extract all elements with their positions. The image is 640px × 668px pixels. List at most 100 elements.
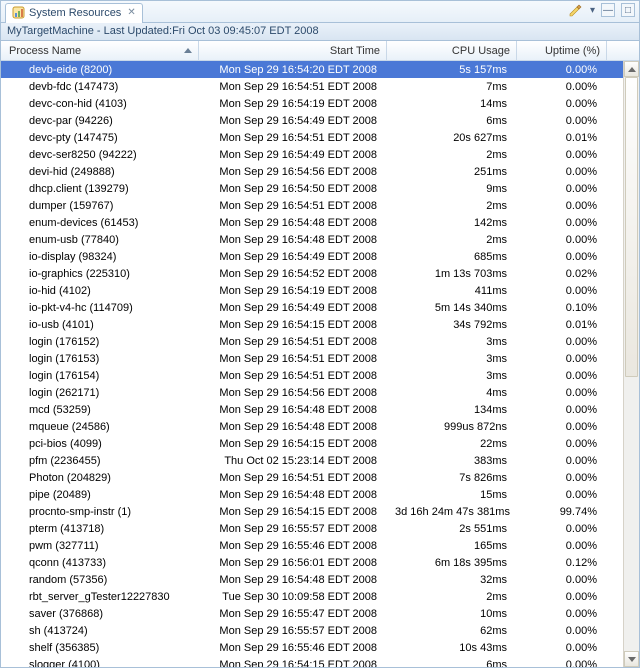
table-row[interactable]: shelf (356385)Mon Sep 29 16:55:46 EDT 20…	[1, 639, 639, 656]
table-row[interactable]: io-display (98324)Mon Sep 29 16:54:49 ED…	[1, 248, 639, 265]
cell-start-time: Mon Sep 29 16:55:46 EDT 2008	[199, 642, 387, 654]
table-row[interactable]: devc-pty (147475)Mon Sep 29 16:54:51 EDT…	[1, 129, 639, 146]
edit-icon[interactable]	[568, 3, 584, 17]
cell-cpu-usage: 134ms	[387, 404, 517, 416]
maximize-button[interactable]: □	[621, 3, 635, 17]
cell-cpu-usage: 2s 551ms	[387, 523, 517, 535]
scroll-up-button[interactable]	[624, 61, 639, 77]
scroll-down-button[interactable]	[624, 651, 639, 667]
col-header-cpu-usage[interactable]: CPU Usage	[387, 41, 517, 60]
cell-cpu-usage: 7s 826ms	[387, 472, 517, 484]
cell-start-time: Mon Sep 29 16:56:01 EDT 2008	[199, 557, 387, 569]
scroll-track[interactable]	[624, 77, 639, 651]
col-header-process-name[interactable]: Process Name	[1, 41, 199, 60]
table-row[interactable]: pwm (327711)Mon Sep 29 16:55:46 EDT 2008…	[1, 537, 639, 554]
tab-system-resources[interactable]: System Resources ✕	[5, 3, 143, 23]
table-row[interactable]: pipe (20489)Mon Sep 29 16:54:48 EDT 2008…	[1, 486, 639, 503]
minimize-button[interactable]: —	[601, 3, 615, 17]
cell-cpu-usage: 165ms	[387, 540, 517, 552]
table-row[interactable]: devi-hid (249888)Mon Sep 29 16:54:56 EDT…	[1, 163, 639, 180]
cell-cpu-usage: 32ms	[387, 574, 517, 586]
cell-start-time: Mon Sep 29 16:54:49 EDT 2008	[199, 251, 387, 263]
table-row[interactable]: devc-con-hid (4103)Mon Sep 29 16:54:19 E…	[1, 95, 639, 112]
cell-cpu-usage: 10ms	[387, 608, 517, 620]
table-row[interactable]: io-hid (4102)Mon Sep 29 16:54:19 EDT 200…	[1, 282, 639, 299]
cell-process-name: qconn (413733)	[1, 557, 199, 569]
cell-uptime: 0.00%	[517, 336, 607, 348]
cell-start-time: Mon Sep 29 16:54:48 EDT 2008	[199, 421, 387, 433]
cell-start-time: Mon Sep 29 16:54:56 EDT 2008	[199, 387, 387, 399]
cell-process-name: io-hid (4102)	[1, 285, 199, 297]
cell-start-time: Mon Sep 29 16:54:19 EDT 2008	[199, 98, 387, 110]
cell-cpu-usage: 5s 157ms	[387, 64, 517, 76]
table-row[interactable]: io-graphics (225310)Mon Sep 29 16:54:52 …	[1, 265, 639, 282]
table-row[interactable]: pci-bios (4099)Mon Sep 29 16:54:15 EDT 2…	[1, 435, 639, 452]
cell-start-time: Mon Sep 29 16:54:56 EDT 2008	[199, 166, 387, 178]
tab-bar: System Resources ✕ ▾ — □	[1, 1, 639, 23]
table-row[interactable]: pfm (2236455)Thu Oct 02 15:23:14 EDT 200…	[1, 452, 639, 469]
cell-uptime: 0.00%	[517, 574, 607, 586]
cell-cpu-usage: 2ms	[387, 234, 517, 246]
cell-process-name: devc-ser8250 (94222)	[1, 149, 199, 161]
cell-process-name: random (57356)	[1, 574, 199, 586]
table-row[interactable]: random (57356)Mon Sep 29 16:54:48 EDT 20…	[1, 571, 639, 588]
cell-cpu-usage: 2ms	[387, 200, 517, 212]
table-row[interactable]: devc-ser8250 (94222)Mon Sep 29 16:54:49 …	[1, 146, 639, 163]
col-header-uptime[interactable]: Uptime (%)	[517, 41, 607, 60]
cell-process-name: devb-eide (8200)	[1, 64, 199, 76]
table-row[interactable]: dumper (159767)Mon Sep 29 16:54:51 EDT 2…	[1, 197, 639, 214]
status-bar: MyTargetMachine - Last Updated:Fri Oct 0…	[1, 23, 639, 41]
cell-uptime: 0.00%	[517, 64, 607, 76]
cell-uptime: 0.00%	[517, 489, 607, 501]
table-row[interactable]: pterm (413718)Mon Sep 29 16:55:57 EDT 20…	[1, 520, 639, 537]
view-menu-icon[interactable]: ▾	[590, 5, 595, 16]
table-row[interactable]: devc-par (94226)Mon Sep 29 16:54:49 EDT …	[1, 112, 639, 129]
cell-cpu-usage: 999us 872ns	[387, 421, 517, 433]
cell-process-name: shelf (356385)	[1, 642, 199, 654]
scrollbar	[623, 61, 639, 667]
table-row[interactable]: qconn (413733)Mon Sep 29 16:56:01 EDT 20…	[1, 554, 639, 571]
close-icon[interactable]: ✕	[127, 7, 135, 18]
table-row[interactable]: slogger (4100)Mon Sep 29 16:54:15 EDT 20…	[1, 656, 639, 667]
cell-uptime: 0.00%	[517, 591, 607, 603]
cell-cpu-usage: 3d 16h 24m 47s 381ms	[387, 506, 517, 518]
table-row[interactable]: mqueue (24586)Mon Sep 29 16:54:48 EDT 20…	[1, 418, 639, 435]
cell-cpu-usage: 3ms	[387, 336, 517, 348]
cell-uptime: 0.00%	[517, 387, 607, 399]
table-row[interactable]: saver (376868)Mon Sep 29 16:55:47 EDT 20…	[1, 605, 639, 622]
table-row[interactable]: enum-usb (77840)Mon Sep 29 16:54:48 EDT …	[1, 231, 639, 248]
table-row[interactable]: devb-fdc (147473)Mon Sep 29 16:54:51 EDT…	[1, 78, 639, 95]
cell-uptime: 0.00%	[517, 217, 607, 229]
cell-uptime: 0.00%	[517, 625, 607, 637]
table-row[interactable]: mcd (53259)Mon Sep 29 16:54:48 EDT 20081…	[1, 401, 639, 418]
table-row[interactable]: devb-eide (8200)Mon Sep 29 16:54:20 EDT …	[1, 61, 639, 78]
cell-cpu-usage: 251ms	[387, 166, 517, 178]
table-row[interactable]: dhcp.client (139279)Mon Sep 29 16:54:50 …	[1, 180, 639, 197]
table-body: devb-eide (8200)Mon Sep 29 16:54:20 EDT …	[1, 61, 639, 667]
table-row[interactable]: login (176154)Mon Sep 29 16:54:51 EDT 20…	[1, 367, 639, 384]
table-row[interactable]: Photon (204829)Mon Sep 29 16:54:51 EDT 2…	[1, 469, 639, 486]
cell-process-name: pci-bios (4099)	[1, 438, 199, 450]
cell-start-time: Mon Sep 29 16:55:46 EDT 2008	[199, 540, 387, 552]
col-header-start-time[interactable]: Start Time	[199, 41, 387, 60]
table-row[interactable]: io-usb (4101)Mon Sep 29 16:54:15 EDT 200…	[1, 316, 639, 333]
table-row[interactable]: login (176152)Mon Sep 29 16:54:51 EDT 20…	[1, 333, 639, 350]
cell-cpu-usage: 10s 43ms	[387, 642, 517, 654]
scroll-thumb[interactable]	[625, 77, 638, 377]
table-row[interactable]: procnto-smp-instr (1)Mon Sep 29 16:54:15…	[1, 503, 639, 520]
cell-cpu-usage: 6ms	[387, 115, 517, 127]
cell-cpu-usage: 685ms	[387, 251, 517, 263]
table-row[interactable]: login (176153)Mon Sep 29 16:54:51 EDT 20…	[1, 350, 639, 367]
cell-start-time: Mon Sep 29 16:54:51 EDT 2008	[199, 81, 387, 93]
cell-process-name: login (262171)	[1, 387, 199, 399]
cell-uptime: 0.00%	[517, 455, 607, 467]
table-row[interactable]: sh (413724)Mon Sep 29 16:55:57 EDT 20086…	[1, 622, 639, 639]
table-row[interactable]: enum-devices (61453)Mon Sep 29 16:54:48 …	[1, 214, 639, 231]
table-row[interactable]: login (262171)Mon Sep 29 16:54:56 EDT 20…	[1, 384, 639, 401]
cell-process-name: devi-hid (249888)	[1, 166, 199, 178]
cell-start-time: Mon Sep 29 16:54:49 EDT 2008	[199, 149, 387, 161]
table-row[interactable]: io-pkt-v4-hc (114709)Mon Sep 29 16:54:49…	[1, 299, 639, 316]
cell-process-name: slogger (4100)	[1, 659, 199, 668]
table-row[interactable]: rbt_server_gTester12227830Tue Sep 30 10:…	[1, 588, 639, 605]
cell-process-name: login (176154)	[1, 370, 199, 382]
